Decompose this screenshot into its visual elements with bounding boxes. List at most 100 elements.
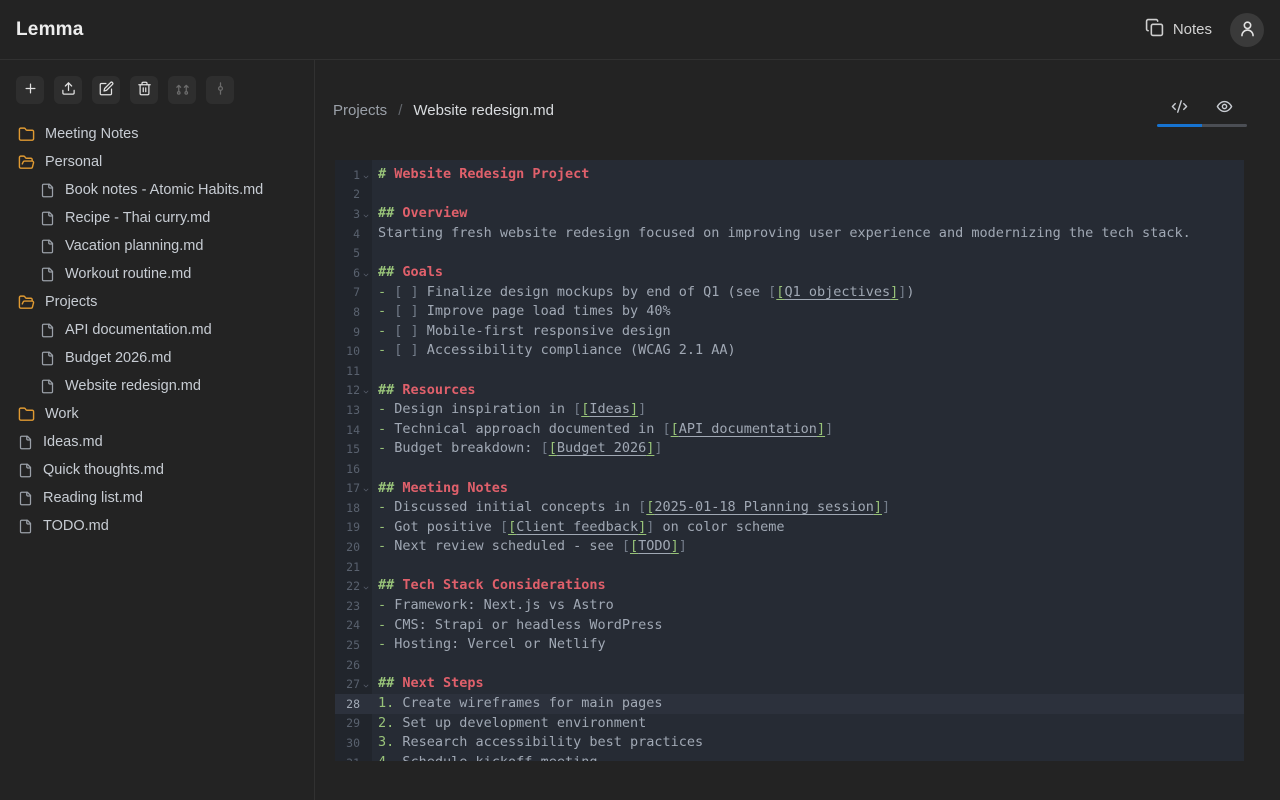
line-number[interactable]: 15	[335, 439, 372, 459]
line-number[interactable]: 12	[335, 381, 372, 401]
line-number[interactable]: 10	[335, 341, 372, 361]
code-line[interactable]	[372, 655, 1244, 675]
code-line[interactable]: - Budget breakdown: [[Budget 2026]]	[372, 439, 1244, 459]
tree-item-projects[interactable]: Projects	[0, 288, 314, 316]
line-number[interactable]: 28	[335, 694, 372, 714]
tree-item-recipe-thai-curry-md[interactable]: Recipe - Thai curry.md	[0, 204, 314, 232]
code-line[interactable]: - [ ] Mobile-first responsive design	[372, 322, 1244, 342]
code-line[interactable]: 2. Set up development environment	[372, 714, 1244, 734]
tree-item-reading-list-md[interactable]: Reading list.md	[0, 484, 314, 512]
fold-chevron-down-icon[interactable]	[360, 584, 372, 592]
code-line[interactable]: Starting fresh website redesign focused …	[372, 224, 1244, 244]
code-line[interactable]: ## Goals	[372, 263, 1244, 283]
fold-chevron-down-icon[interactable]	[360, 173, 372, 181]
code-line[interactable]	[372, 361, 1244, 381]
line-number[interactable]: 24	[335, 616, 372, 636]
tree-item-api-documentation-md[interactable]: API documentation.md	[0, 316, 314, 344]
tree-item-personal[interactable]: Personal	[0, 148, 314, 176]
code-line[interactable]	[372, 557, 1244, 577]
line-number[interactable]: 11	[335, 361, 372, 381]
tree-item-ideas-md[interactable]: Ideas.md	[0, 428, 314, 456]
tree-item-workout-routine-md[interactable]: Workout routine.md	[0, 260, 314, 288]
code-line[interactable]: - Design inspiration in [[Ideas]]	[372, 400, 1244, 420]
line-number[interactable]: 20	[335, 537, 372, 557]
code-line[interactable]: - Hosting: Vercel or Netlify	[372, 635, 1244, 655]
line-number[interactable]: 31	[335, 753, 372, 761]
line-number[interactable]: 6	[335, 263, 372, 283]
editor-gutter: 1234567891011121314151617181920212223242…	[335, 160, 372, 761]
code-line[interactable]: ## Overview	[372, 204, 1244, 224]
code-line[interactable]: - Framework: Next.js vs Astro	[372, 596, 1244, 616]
tree-item-book-notes-atomic-habits-md[interactable]: Book notes - Atomic Habits.md	[0, 176, 314, 204]
code-line[interactable]	[372, 459, 1244, 479]
avatar[interactable]	[1230, 13, 1264, 47]
tab-code-view[interactable]	[1157, 94, 1202, 124]
line-number[interactable]: 19	[335, 518, 372, 538]
tree-item-vacation-planning-md[interactable]: Vacation planning.md	[0, 232, 314, 260]
fold-chevron-down-icon[interactable]	[360, 682, 372, 690]
nav-notes-button[interactable]: Notes	[1145, 18, 1212, 41]
tree-item-work[interactable]: Work	[0, 400, 314, 428]
code-line[interactable]: ## Next Steps	[372, 674, 1244, 694]
line-number[interactable]: 9	[335, 322, 372, 342]
fold-chevron-down-icon[interactable]	[360, 271, 372, 279]
line-number[interactable]: 3	[335, 204, 372, 224]
line-number[interactable]: 30	[335, 733, 372, 753]
tree-item-label: Quick thoughts.md	[43, 462, 164, 478]
line-number[interactable]: 26	[335, 655, 372, 675]
line-number[interactable]: 14	[335, 420, 372, 440]
code-line[interactable]	[372, 243, 1244, 263]
line-number[interactable]: 17	[335, 479, 372, 499]
code-line[interactable]: ## Resources	[372, 381, 1244, 401]
code-line[interactable]: - [ ] Accessibility compliance (WCAG 2.1…	[372, 341, 1244, 361]
code-line[interactable]: - CMS: Strapi or headless WordPress	[372, 616, 1244, 636]
tree-item-todo-md[interactable]: TODO.md	[0, 512, 314, 540]
breadcrumb-parent[interactable]: Projects	[333, 102, 387, 119]
fold-chevron-down-icon[interactable]	[360, 486, 372, 494]
tree-item-meeting-notes[interactable]: Meeting Notes	[0, 120, 314, 148]
code-line[interactable]: - [ ] Improve page load times by 40%	[372, 302, 1244, 322]
tab-preview[interactable]	[1202, 94, 1247, 124]
markdown-editor[interactable]: 1234567891011121314151617181920212223242…	[335, 160, 1244, 761]
upload-button[interactable]	[54, 76, 82, 104]
line-number[interactable]: 25	[335, 635, 372, 655]
code-line[interactable]: - Got positive [[Client feedback]] on co…	[372, 518, 1244, 538]
line-number[interactable]: 1	[335, 165, 372, 185]
editor-code[interactable]: # Website Redesign Project ## OverviewSta…	[372, 160, 1244, 761]
tree-item-label: Book notes - Atomic Habits.md	[65, 182, 263, 198]
code-line[interactable]	[372, 185, 1244, 205]
line-number[interactable]: 27	[335, 674, 372, 694]
code-line[interactable]: 4. Schedule kickoff meeting	[372, 753, 1244, 761]
tree-item-budget-2026-md[interactable]: Budget 2026.md	[0, 344, 314, 372]
code-line[interactable]: ## Tech Stack Considerations	[372, 576, 1244, 596]
tree-item-website-redesign-md[interactable]: Website redesign.md	[0, 372, 314, 400]
code-line[interactable]: - Discussed initial concepts in [[2025-0…	[372, 498, 1244, 518]
code-line[interactable]: 1. Create wireframes for main pages	[372, 694, 1244, 714]
new-note-button[interactable]	[16, 76, 44, 104]
line-number[interactable]: 5	[335, 243, 372, 263]
line-number[interactable]: 18	[335, 498, 372, 518]
code-line[interactable]: - Next review scheduled - see [[TODO]]	[372, 537, 1244, 557]
code-line[interactable]: # Website Redesign Project	[372, 165, 1244, 185]
tree-item-quick-thoughts-md[interactable]: Quick thoughts.md	[0, 456, 314, 484]
tree-item-label: Ideas.md	[43, 434, 103, 450]
line-number[interactable]: 8	[335, 302, 372, 322]
line-number[interactable]: 22	[335, 576, 372, 596]
line-number[interactable]: 7	[335, 283, 372, 303]
code-line[interactable]: - Technical approach documented in [[API…	[372, 420, 1244, 440]
code-line[interactable]: 3. Research accessibility best practices	[372, 733, 1244, 753]
line-number[interactable]: 23	[335, 596, 372, 616]
line-number[interactable]: 21	[335, 557, 372, 577]
line-number[interactable]: 4	[335, 224, 372, 244]
fold-chevron-down-icon[interactable]	[360, 388, 372, 396]
fold-chevron-down-icon[interactable]	[360, 212, 372, 220]
delete-button[interactable]	[130, 76, 158, 104]
tree-item-label: Website redesign.md	[65, 378, 201, 394]
line-number[interactable]: 29	[335, 714, 372, 734]
line-number[interactable]: 16	[335, 459, 372, 479]
edit-button[interactable]	[92, 76, 120, 104]
line-number[interactable]: 2	[335, 185, 372, 205]
code-line[interactable]: ## Meeting Notes	[372, 479, 1244, 499]
code-line[interactable]: - [ ] Finalize design mockups by end of …	[372, 283, 1244, 303]
line-number[interactable]: 13	[335, 400, 372, 420]
